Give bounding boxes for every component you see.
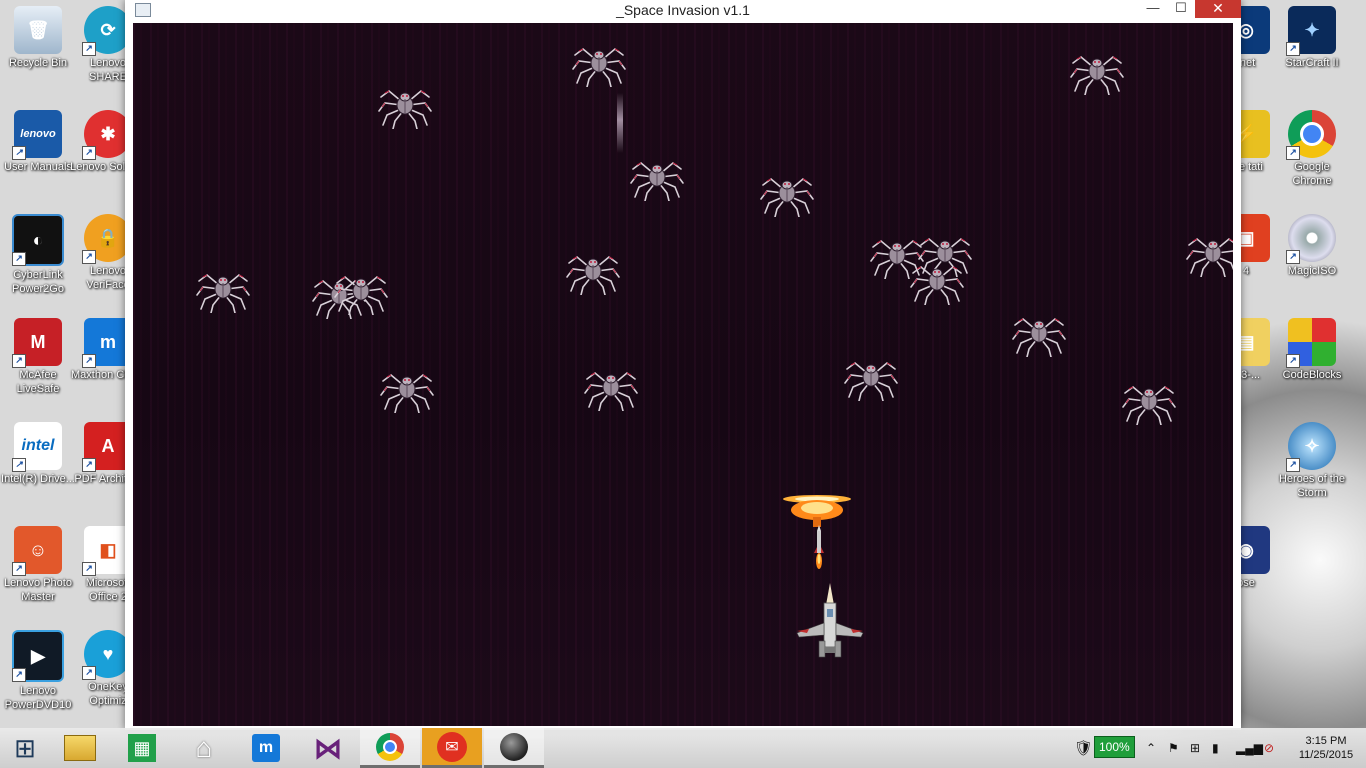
chrome-icon: ↗	[1286, 110, 1336, 160]
minimize-button[interactable]: —	[1139, 0, 1167, 18]
show-hidden-icons[interactable]: ⌃	[1146, 728, 1156, 768]
maximize-button[interactable]: ☐	[1167, 0, 1195, 18]
cyberlink-icon: ◐ ↗	[12, 214, 64, 266]
desktop-icon-label: MagicISO	[1287, 265, 1337, 277]
start-button[interactable]: ⊞	[0, 728, 50, 768]
home-icon: ⌂	[195, 732, 213, 763]
windows-small-icon: ⊞	[1190, 741, 1201, 755]
shield-icon: 🛡	[1074, 740, 1094, 757]
windows-tray[interactable]: ⊞	[1190, 728, 1200, 768]
desktop-icon-mcafee[interactable]: M ↗ McAfee LiveSafe	[0, 318, 76, 396]
store-icon: ▦	[128, 734, 156, 762]
taskbar-store[interactable]: ▦	[112, 728, 172, 768]
game-window: _Space Invasion v1.1 — ☐ ✕	[125, 0, 1241, 730]
desktop-icon-magiciso[interactable]: ↗ MagicISO	[1274, 214, 1350, 278]
spider-enemy	[1070, 56, 1124, 95]
taskbar-file-explorer[interactable]	[50, 728, 110, 768]
enemy-laser-beam	[617, 93, 623, 153]
desktop-icon-label: McAfee LiveSafe	[16, 369, 60, 395]
spider-enemy	[334, 276, 388, 315]
spider-enemy	[630, 162, 684, 201]
desktop-icon-label: Intel(R) Drive...	[1, 473, 75, 485]
close-button[interactable]: ✕	[1195, 0, 1241, 18]
desktop-icon-label: User Manuals	[4, 161, 72, 173]
lenovo-manuals-icon: lenovo ↗	[12, 110, 62, 160]
volume-tray[interactable]: ⊘	[1264, 728, 1274, 768]
taskbar-home[interactable]: ⌂	[174, 728, 234, 768]
desktop-icon-label: Lenovo Photo Master	[4, 577, 72, 603]
spider-enemy	[380, 374, 434, 413]
codeblocks-icon: ↗	[1286, 318, 1336, 368]
battery-indicator[interactable]: 100%	[1094, 736, 1135, 758]
desktop-icon-label: Heroes of the Storm	[1278, 473, 1346, 499]
desktop-icon-chrome[interactable]: ↗ Google Chrome	[1274, 110, 1350, 188]
spider-enemy	[378, 90, 432, 129]
title-bar[interactable]: _Space Invasion v1.1 — ☐ ✕	[125, 0, 1241, 22]
spider-enemy	[1012, 318, 1066, 357]
desktop-icon-label: CodeBlocks	[1282, 369, 1342, 381]
power-tray[interactable]: ▮	[1212, 728, 1219, 768]
power-plug-icon: ▮	[1212, 741, 1219, 755]
game-canvas[interactable]	[133, 23, 1233, 726]
file-explorer-icon	[64, 735, 96, 761]
desktop-icon-powerdvd[interactable]: ▶ ↗ Lenovo PowerDVD10	[0, 630, 76, 712]
desktop-icon-intel[interactable]: intel ↗ Intel(R) Drive...	[0, 422, 76, 486]
magiciso-icon: ↗	[1286, 214, 1336, 264]
chrome-taskbar-icon	[376, 732, 404, 761]
powerdvd-icon: ▶ ↗	[12, 630, 64, 682]
player-missile	[814, 525, 824, 569]
security-tray-icon[interactable]: 🛡	[1074, 728, 1093, 768]
desktop-icon-label: StarCraft II	[1285, 57, 1339, 69]
action-center[interactable]: ⚑	[1168, 728, 1179, 768]
spider-enemy	[910, 266, 964, 305]
photo-master-icon: ☺ ↗	[12, 526, 62, 576]
desktop-icon-heroes[interactable]: ✧ ↗ Heroes of the Storm	[1274, 422, 1350, 500]
desktop-icon-cyberlink[interactable]: ◐ ↗ CyberLink Power2Go	[0, 214, 76, 296]
spider-enemy	[566, 256, 620, 295]
mail-icon: ✉	[437, 731, 467, 762]
spider-enemy	[196, 274, 250, 313]
desktop-icon-label: Lenovo PowerDVD10	[4, 685, 72, 711]
recycle-bin-icon: 🗑	[14, 6, 62, 54]
intel-icon: intel ↗	[12, 422, 62, 472]
desktop-icon-codeblocks[interactable]: ↗ CodeBlocks	[1274, 318, 1350, 382]
spider-enemy	[760, 178, 814, 217]
spider-enemy	[1186, 238, 1233, 277]
explosion-effect	[783, 495, 851, 527]
desktop-icon-photo-master[interactable]: ☺ ↗ Lenovo Photo Master	[0, 526, 76, 604]
clock-date: 11/25/2015	[1298, 749, 1354, 761]
windows-logo-icon: ⊞	[14, 732, 36, 763]
desktop-icon-label: Google Chrome	[1292, 161, 1332, 187]
spider-enemy	[572, 48, 626, 87]
taskbar-mail[interactable]: ✉	[422, 728, 482, 768]
mcafee-icon: M ↗	[12, 318, 62, 368]
taskbar-maxthon[interactable]: m	[236, 728, 296, 768]
desktop-icon-label: Recycle Bin	[8, 57, 68, 69]
clock-time: 3:15 PM	[1305, 735, 1347, 747]
network-tray[interactable]: ▂▄▆	[1236, 728, 1263, 768]
taskbar: ⊞ ▦ ⌂ m ⋈ ✉ 🛡 100% ⌃ ⚑ ⊞ ▮ ▂▄▆ ⊘ 3:15 PM…	[0, 728, 1366, 768]
spider-enemy	[584, 372, 638, 411]
window-title: _Space Invasion v1.1	[616, 2, 750, 18]
space-invasion-icon	[500, 732, 528, 761]
chevron-up-icon: ⌃	[1146, 741, 1157, 755]
starcraft-icon: ✦ ↗	[1286, 6, 1336, 56]
visual-studio-icon: ⋈	[314, 732, 342, 764]
signal-icon: ▂▄▆	[1236, 741, 1263, 755]
spider-enemy	[844, 362, 898, 401]
maxthon-taskbar-icon: m	[252, 734, 280, 762]
desktop-icon-user-manuals[interactable]: lenovo ↗ User Manuals	[0, 110, 76, 174]
taskbar-chrome[interactable]	[360, 728, 420, 768]
player-ship[interactable]	[795, 583, 865, 661]
volume-muted-icon: ⊘	[1264, 741, 1275, 755]
desktop-icon-label: CyberLink Power2Go	[12, 269, 64, 295]
taskbar-visual-studio[interactable]: ⋈	[298, 728, 358, 768]
desktop-icon-recycle-bin[interactable]: 🗑 Recycle Bin	[0, 6, 76, 70]
taskbar-space-invasion[interactable]	[484, 728, 544, 768]
flag-icon: ⚑	[1168, 741, 1179, 755]
heroes-icon: ✧ ↗	[1286, 422, 1336, 472]
clock[interactable]: 3:15 PM 11/25/2015	[1290, 728, 1362, 768]
desktop-icon-starcraft[interactable]: ✦ ↗ StarCraft II	[1274, 6, 1350, 70]
spider-enemy	[1122, 386, 1176, 425]
